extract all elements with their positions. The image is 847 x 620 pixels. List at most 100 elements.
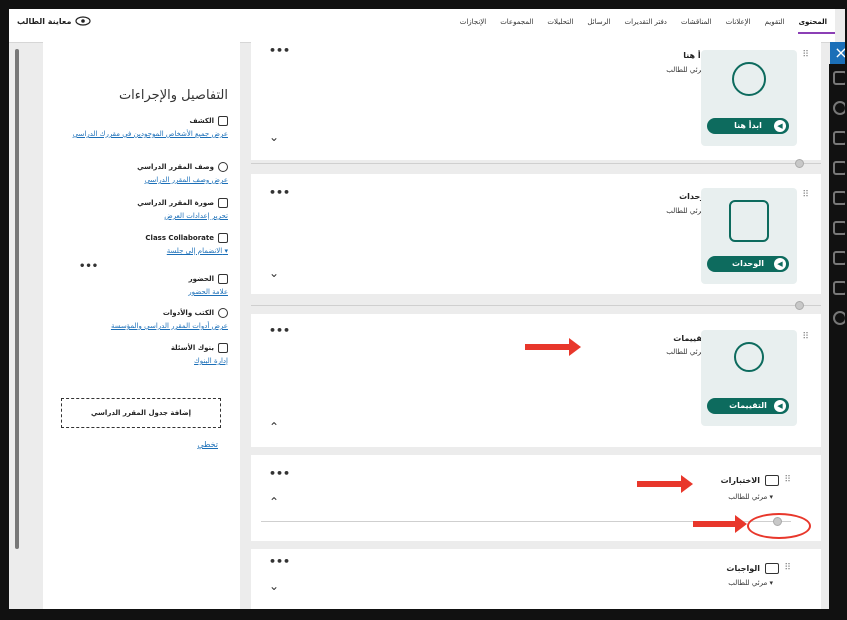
edit-icon[interactable] [833,281,845,295]
right-rail [829,64,845,609]
content-item-assessments[interactable]: ⠿ التقييمات مرئي للطالب ▾ ••• ⌃ ◀التقييم… [251,314,821,447]
more-options-button[interactable]: ••• [269,467,290,480]
user-icon[interactable] [833,71,845,85]
tab-achievements[interactable]: الإنجازات [460,18,486,26]
chevron-up-icon[interactable]: ⌃ [269,495,279,509]
description-link[interactable]: عرض وصف المقرر الدراسي [58,175,228,186]
attendance-icon [218,274,228,284]
drag-handle-icon[interactable]: ⠿ [784,475,791,485]
tab-content[interactable]: المحتوى [799,18,827,26]
attendance-item: الحضور علامة الحضور [58,274,228,298]
preview-label: معاينة الطالب [17,16,72,26]
skip-link[interactable]: تخطي [197,440,218,449]
eye-icon [75,16,92,26]
assessments-thumbnail: ◀ التقييمات [701,330,797,426]
folder-icon [765,475,779,486]
chevron-up-icon[interactable]: ⌃ [269,420,279,434]
folder-icon [765,563,779,574]
tab-calendar[interactable]: التقويم [765,18,785,26]
sign-out-icon[interactable] [833,311,845,325]
thumbnail-label: ◀ التقييمات [707,398,789,414]
attendance-title: الحضور [188,275,214,283]
bank-icon [218,343,228,353]
touch-icon [732,62,766,96]
panel-title: التفاصيل والإجراءات [118,88,228,103]
tab-messages[interactable]: الرسائل [587,18,610,26]
scrollbar[interactable] [15,49,19,549]
active-tab-indicator [798,32,835,34]
roster-item: الكشف عرض جميع الأشخاص الموجودين في مقرر… [58,116,228,140]
folder-title[interactable]: الواجبات [726,563,779,574]
collaborate-title: Class Collaborate [145,234,214,242]
grid-icon[interactable] [833,191,845,205]
more-options-button[interactable]: ••• [269,186,290,199]
document-icon[interactable] [833,251,845,265]
drag-handle-icon[interactable]: ⠿ [784,563,791,573]
more-options-button[interactable]: ••• [269,324,290,337]
image-settings-link[interactable]: تحرير إعدادات العرض [58,211,228,222]
details-actions-panel: التفاصيل والإجراءات الكشف عرض جميع الأشخ… [43,42,240,609]
divider [251,163,821,164]
chevron-down-icon[interactable]: ⌄ [269,130,279,144]
collaborate-item: Class Collaborate الانضمام إلى جلسة ▾ [58,233,228,257]
close-icon[interactable]: × [830,42,845,64]
roster-title: الكشف [189,117,214,125]
books-tools-item: الكتب والأدوات عرض أدوات المقرر الدراسي … [58,308,228,332]
folder-title[interactable]: الاختبارات [721,475,779,486]
divider [251,305,821,306]
add-content-icon[interactable] [795,159,804,168]
tab-analytics[interactable]: التحليلات [547,18,573,26]
folder-name: الواجبات [726,564,760,573]
book-icon [729,200,769,242]
globe-icon[interactable] [833,101,845,115]
banks-title: بنوك الأسئلة [170,344,214,352]
drag-handle-icon[interactable]: ⠿ [802,332,809,342]
chevron-down-icon[interactable]: ⌄ [269,266,279,280]
image-icon [218,198,228,208]
units-thumbnail: ◀ الوحدات [701,188,797,284]
tab-announcements[interactable]: الإعلانات [726,18,751,26]
join-session-link[interactable]: الانضمام إلى جلسة ▾ [58,246,228,257]
annotation-arrow [637,475,693,493]
drag-handle-icon[interactable]: ⠿ [802,190,809,200]
visibility-dropdown[interactable]: مرئي للطالب ▾ [728,579,773,587]
annotation-arrow [693,515,747,533]
grades-icon[interactable] [833,221,845,235]
course-description-item: وصف المقرر الدراسي عرض وصف المقرر الدراس… [58,162,228,186]
thumbnail-label: ◀ ابدأ هنا [707,118,789,134]
folder-name: الاختبارات [720,476,760,485]
app-window: معاينة الطالب المحتوى التقويم الإعلانات … [9,9,845,609]
info-icon [218,162,228,172]
more-options-button[interactable]: ••• [269,44,290,57]
content-item-start-here[interactable]: ⠿ ابدأ هنا مرئي للطالب ▾ ••• ⌄ ◀ابدأ هنا [251,42,821,160]
tools-link[interactable]: عرض أدوات المقرر الدراسي والمؤسسة [58,321,228,332]
chevron-down-icon[interactable]: ⌄ [269,579,279,593]
more-options-button[interactable]: ••• [269,555,290,568]
people-icon [218,116,228,126]
attendance-link[interactable]: علامة الحضور [58,287,228,298]
course-image-item: صورة المقرر الدراسي تحرير إعدادات العرض [58,198,228,222]
content-item-units[interactable]: ⠿ الوحدات مرئي للطالب ▾ ••• ⌄ ◀الوحدات [251,174,821,294]
thumbnail-label: ◀ الوحدات [707,256,789,272]
description-title: وصف المقرر الدراسي [137,163,214,171]
tab-gradebook[interactable]: دفتر التقديرات [625,18,667,26]
drag-handle-icon[interactable]: ⠿ [802,50,809,60]
roster-link[interactable]: عرض جميع الأشخاص الموجودين في مقررك الدر… [58,129,228,140]
folder-assignments[interactable]: ⠿ الواجبات مرئي للطالب ▾ ••• ⌄ [251,549,821,609]
calendar-icon[interactable] [833,131,845,145]
question-banks-item: بنوك الأسئلة إدارة البنوك [58,343,228,367]
tab-discussions[interactable]: المناقشات [681,18,712,26]
collaborate-more-button[interactable]: ••• [79,261,98,272]
visibility-dropdown[interactable]: مرئي للطالب ▾ [728,493,773,501]
add-content-icon[interactable] [795,301,804,310]
collaborate-icon [218,233,228,243]
student-preview-button[interactable]: معاينة الطالب [17,16,92,26]
groups-icon[interactable] [833,161,845,175]
image-title: صورة المقرر الدراسي [137,199,214,207]
add-course-schedule-button[interactable]: إضافة جدول المقرر الدراسي [61,398,221,428]
start-here-thumbnail: ◀ ابدأ هنا [701,50,797,146]
books-tools-title: الكتب والأدوات [162,309,214,317]
annotation-circle [747,513,811,539]
manage-banks-link[interactable]: إدارة البنوك [58,356,228,367]
tab-groups[interactable]: المجموعات [500,18,533,26]
